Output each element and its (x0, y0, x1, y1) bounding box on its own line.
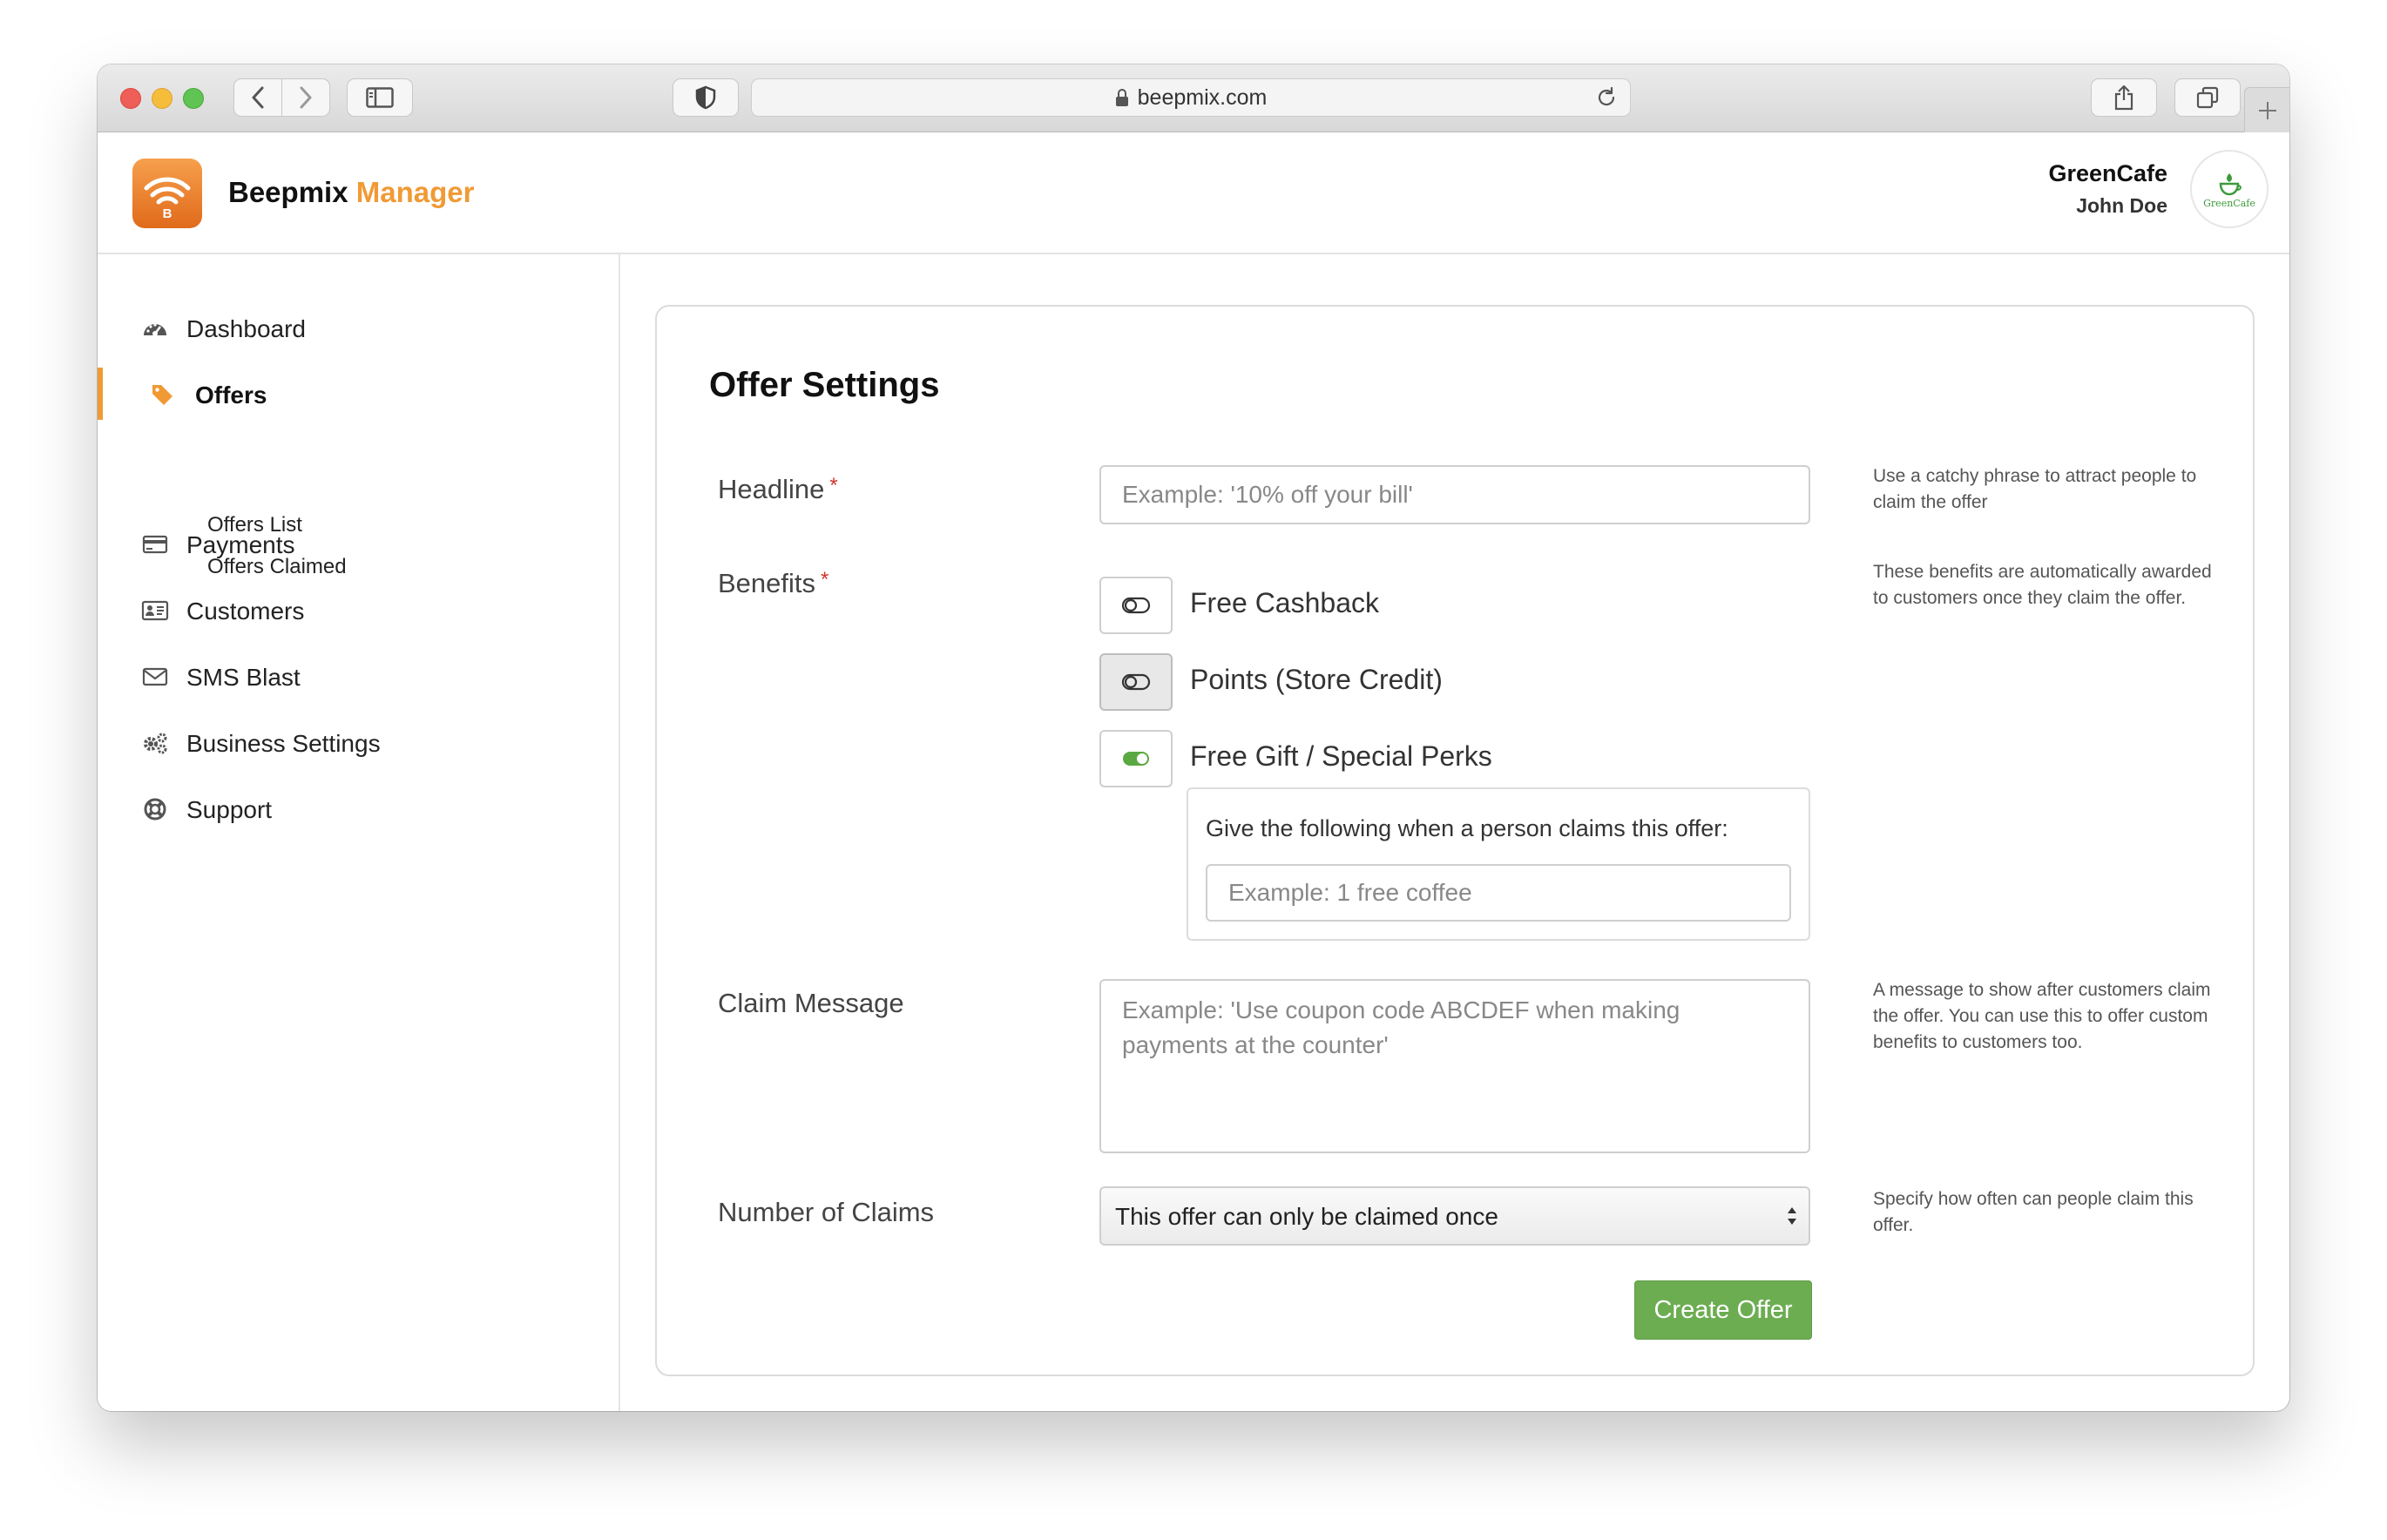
sidebar-item-label: Business Settings (186, 730, 381, 757)
claim-message-label: Claim Message (718, 988, 904, 1018)
sidebar-item-offers[interactable]: Offers (98, 368, 619, 420)
svg-text:B: B (163, 206, 172, 221)
free-cashback-toggle[interactable] (1099, 577, 1173, 634)
id-card-icon (141, 599, 169, 622)
free-gift-toggle[interactable] (1099, 730, 1173, 787)
chevron-right-icon (300, 86, 312, 109)
headline-input[interactable]: Example: '10% off your bill' (1099, 465, 1810, 524)
shield-icon (695, 85, 716, 110)
selected-option: This offer can only be claimed once (1115, 1203, 1498, 1230)
share-icon (2114, 84, 2133, 111)
offer-settings-card: Offer Settings Headline * Example: '10% o… (655, 305, 2255, 1376)
life-ring-icon (141, 798, 169, 821)
page-title: Offer Settings (709, 366, 940, 404)
sidebar-item-sms-blast[interactable]: SMS Blast (98, 650, 619, 702)
points-label: Points (Store Credit) (1190, 664, 1443, 695)
headline-help: Use a catchy phrase to attract people to… (1873, 466, 2197, 512)
sidebar-toggle-button[interactable] (347, 78, 413, 117)
sidebar-item-business-settings[interactable]: Business Settings (98, 716, 619, 768)
sidebar-item-label: Dashboard (186, 315, 306, 342)
avatar-text: GreenCafe (2203, 197, 2255, 209)
benefits-label: Benefits * (718, 568, 828, 599)
zoom-window-button[interactable] (183, 88, 204, 109)
headline-label-text: Headline (718, 474, 825, 504)
browser-window: beepmix.com B Beepmix Manager GreenCafe … (98, 64, 2289, 1411)
toggle-off-icon (1121, 597, 1151, 614)
sidebar-item-payments[interactable]: Payments (98, 517, 619, 570)
close-window-button[interactable] (120, 88, 141, 109)
brand-title: Beepmix Manager (228, 176, 474, 209)
free-gift-label: Free Gift / Special Perks (1190, 740, 1492, 772)
sidebar-item-label: Payments (186, 531, 295, 558)
sidebar-item-label: SMS Blast (186, 664, 301, 691)
toggle-on-icon (1123, 752, 1149, 766)
dashboard-icon (141, 317, 169, 340)
user-info[interactable]: GreenCafe John Doe (2048, 160, 2167, 218)
user-name: John Doe (2076, 194, 2167, 217)
back-button[interactable] (233, 78, 282, 117)
new-tab-button[interactable] (2244, 87, 2289, 132)
tabs-overview-button[interactable] (2174, 78, 2241, 117)
sidebar: Dashboard Offers Offers List Offers Clai… (98, 254, 620, 1411)
toggle-off-icon (1121, 673, 1151, 691)
gift-details-box: Give the following when a person claims … (1187, 787, 1810, 941)
sidebar-item-label: Offers (195, 382, 267, 409)
sidebar-icon (366, 87, 394, 108)
create-offer-button[interactable]: Create Offer (1634, 1280, 1812, 1340)
url-text: beepmix.com (1137, 84, 1268, 110)
number-of-claims-label: Number of Claims (718, 1197, 935, 1227)
sidebar-item-support[interactable]: Support (98, 782, 619, 834)
brand-name: Beepmix (228, 176, 348, 208)
wifi-logo-icon: B (144, 177, 191, 221)
credit-card-icon (141, 533, 169, 556)
benefits-label-text: Benefits (718, 568, 816, 598)
business-name: GreenCafe (2048, 160, 2167, 186)
sidebar-item-customers[interactable]: Customers (98, 584, 619, 636)
plus-icon (2258, 101, 2276, 119)
reload-icon[interactable] (1595, 86, 1618, 109)
select-arrows-icon (1788, 1207, 1796, 1225)
envelope-icon (141, 665, 169, 688)
lock-icon (1115, 89, 1128, 106)
browser-toolbar: beepmix.com (98, 64, 2289, 132)
sidebar-item-label: Customers (186, 598, 305, 625)
cup-logo-icon (2219, 172, 2242, 195)
headline-label: Headline * (718, 474, 838, 505)
required-mark: * (829, 474, 838, 497)
beepmix-logo[interactable]: B (132, 159, 202, 228)
tabs-icon (2196, 86, 2219, 109)
sidebar-item-label: Support (186, 796, 273, 823)
free-cashback-label: Free Cashback (1190, 587, 1379, 618)
brand-accent: Manager (355, 176, 475, 208)
address-bar[interactable]: beepmix.com (751, 78, 1631, 117)
privacy-shield-button[interactable] (673, 78, 739, 117)
benefits-help: These benefits are automatically awarded… (1873, 562, 2212, 608)
sidebar-item-dashboard[interactable]: Dashboard (98, 301, 619, 354)
required-mark: * (821, 568, 829, 591)
gift-prompt: Give the following when a person claims … (1206, 815, 1728, 841)
claim-message-textarea[interactable]: Example: 'Use coupon code ABCDEF when ma… (1099, 979, 1810, 1153)
points-toggle[interactable] (1099, 653, 1173, 711)
app-header: B Beepmix Manager GreenCafe John Doe Gre… (98, 132, 2289, 254)
claim-message-help: A message to show after customers claim … (1873, 980, 2211, 1052)
tag-icon (148, 383, 176, 406)
minimize-window-button[interactable] (152, 88, 172, 109)
gift-input[interactable]: Example: 1 free coffee (1206, 864, 1791, 922)
forward-button[interactable] (281, 78, 330, 117)
number-of-claims-select[interactable]: This offer can only be claimed once (1099, 1186, 1810, 1246)
avatar[interactable]: GreenCafe (2190, 150, 2269, 228)
gears-icon (141, 732, 169, 754)
chevron-left-icon (252, 86, 264, 109)
number-of-claims-help: Specify how often can people claim this … (1873, 1189, 2194, 1235)
share-button[interactable] (2091, 78, 2157, 117)
